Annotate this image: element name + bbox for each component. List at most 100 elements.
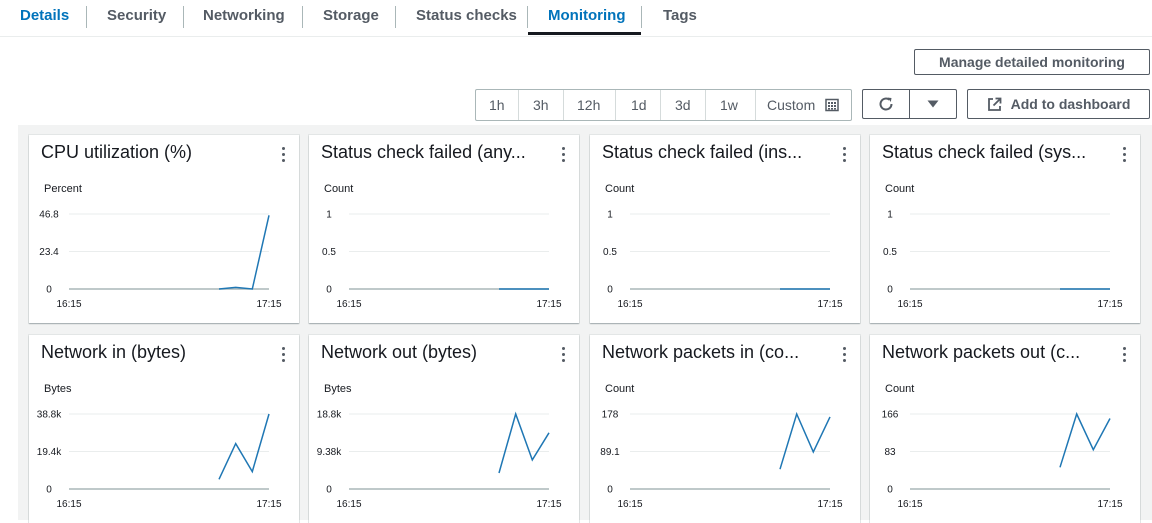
range-divider: [563, 90, 564, 120]
x-tick-label: 16:15: [336, 499, 361, 510]
y-axis-label: Count: [885, 383, 914, 395]
tab-tags[interactable]: Tags: [663, 0, 697, 34]
widget-status-check-instance: Status check failed (ins... Count 1 0.5 0 16:…: [590, 135, 860, 323]
x-tick-label: 16:15: [56, 299, 81, 310]
y-tick-label: 9.38k: [317, 447, 342, 458]
tab-divider: [302, 6, 303, 28]
tab-security[interactable]: Security: [107, 0, 166, 34]
y-tick-label: 0: [326, 285, 332, 296]
add-to-dashboard-label: Add to dashboard: [1010, 96, 1131, 112]
y-tick-label: 0: [326, 485, 332, 496]
range-3d[interactable]: 3d: [675, 90, 691, 120]
manage-detailed-monitoring-label: Manage detailed monitoring: [939, 54, 1125, 70]
widget-network-out: Network out (bytes) Bytes 18.8k 9.38k 0 16:15…: [309, 335, 579, 523]
tab-divider: [527, 6, 528, 28]
x-tick-label: 17:15: [817, 299, 842, 310]
widget-status-check-any: Status check failed (any... Count 1 0.5 0 16:…: [309, 135, 579, 323]
refresh-button[interactable]: [862, 89, 910, 119]
range-divider: [705, 90, 706, 120]
y-tick-label: 38.8k: [37, 410, 62, 421]
tab-divider: [86, 6, 87, 28]
x-tick-label: 17:15: [536, 499, 561, 510]
y-tick-label: 1: [326, 210, 332, 221]
y-tick-label: 46.8: [39, 210, 59, 221]
external-link-icon: [987, 97, 1002, 111]
series-line: [218, 413, 270, 480]
widget-cpu-utilization: CPU utilization (%) Percent 46.8 23.4 0 16:15…: [29, 135, 299, 323]
add-to-dashboard-button[interactable]: Add to dashboard: [967, 89, 1150, 119]
tab-monitoring[interactable]: Monitoring: [548, 0, 625, 34]
widget-network-packets-in: Network packets in (co... Count 178 89.1 0 16…: [590, 335, 860, 523]
y-axis-label: Percent: [44, 183, 82, 195]
y-tick-label: 0: [887, 285, 893, 296]
widget-network-in: Network in (bytes) Bytes 38.8k 19.4k 0 16:15 1…: [29, 335, 299, 523]
line-chart: Count 178 89.1 0 16:15 17:15: [600, 383, 843, 510]
tab-bar: Details Security Networking Storage Stat…: [0, 0, 1152, 37]
line-chart: Count 166 83 0 16:15 17:15: [882, 383, 1123, 510]
series-line: [779, 411, 831, 470]
y-tick-label: 178: [602, 410, 619, 421]
y-tick-label: 1: [887, 210, 893, 221]
x-tick-label: 16:15: [897, 499, 922, 510]
x-tick-label: 16:15: [336, 299, 361, 310]
manage-detailed-monitoring-button[interactable]: Manage detailed monitoring: [914, 49, 1150, 75]
range-divider: [518, 90, 519, 120]
y-tick-label: 166: [882, 410, 899, 421]
tab-status-checks[interactable]: Status checks: [416, 0, 517, 34]
range-1d[interactable]: 1d: [631, 90, 647, 120]
x-tick-label: 17:15: [256, 299, 281, 310]
x-tick-label: 16:15: [56, 499, 81, 510]
x-tick-label: 16:15: [617, 299, 642, 310]
tab-divider: [641, 6, 642, 28]
active-tab-indicator: [528, 32, 641, 35]
range-divider: [660, 90, 661, 120]
y-tick-label: 0: [46, 485, 52, 496]
y-tick-label: 0.5: [322, 247, 336, 258]
calendar-icon: [825, 98, 839, 112]
tab-networking[interactable]: Networking: [203, 0, 285, 34]
line-chart: Bytes 38.8k 19.4k 0 16:15 17:15: [37, 383, 282, 510]
x-tick-label: 17:15: [817, 499, 842, 510]
series-line: [218, 215, 270, 290]
y-tick-label: 0: [607, 485, 613, 496]
line-chart: Count 1 0.5 0 16:15 17:15: [322, 183, 562, 310]
y-axis-label: Count: [605, 383, 634, 395]
series-line: [1059, 411, 1111, 468]
caret-down-icon: [927, 100, 939, 108]
y-tick-label: 18.8k: [317, 410, 342, 421]
x-tick-label: 17:15: [256, 499, 281, 510]
series-line: [498, 411, 550, 474]
widget-network-packets-out: Network packets out (c... Count 166 83 0 16:1…: [870, 335, 1140, 523]
x-tick-label: 17:15: [536, 299, 561, 310]
range-1w[interactable]: 1w: [720, 90, 738, 120]
tab-storage[interactable]: Storage: [323, 0, 379, 34]
range-custom[interactable]: Custom: [767, 90, 839, 120]
range-3h[interactable]: 3h: [533, 90, 549, 120]
refresh-options-dropdown[interactable]: [909, 89, 957, 119]
range-1h[interactable]: 1h: [489, 90, 505, 120]
x-tick-label: 16:15: [897, 299, 922, 310]
range-divider: [615, 90, 616, 120]
range-12h[interactable]: 12h: [577, 90, 600, 120]
line-chart: Percent 46.8 23.4 0 16:15 17:15: [39, 183, 282, 310]
y-tick-label: 0: [46, 285, 52, 296]
line-chart: Count 1 0.5 0 16:15 17:15: [603, 183, 843, 310]
widget-status-check-system: Status check failed (sys... Count 1 0.5 0 16:…: [870, 135, 1140, 323]
y-tick-label: 23.4: [39, 247, 59, 258]
x-tick-label: 17:15: [1097, 499, 1122, 510]
tab-divider: [395, 6, 396, 28]
y-axis-label: Count: [885, 183, 914, 195]
y-tick-label: 0: [607, 285, 613, 296]
y-axis-label: Bytes: [324, 383, 352, 395]
refresh-icon: [879, 97, 893, 111]
x-tick-label: 16:15: [617, 499, 642, 510]
time-range-selector: 1h 3h 12h 1d 3d 1w Custom: [475, 89, 852, 121]
y-tick-label: 19.4k: [37, 447, 62, 458]
range-custom-label: Custom: [767, 97, 816, 113]
x-tick-label: 17:15: [1097, 299, 1122, 310]
y-axis-label: Count: [605, 183, 634, 195]
y-tick-label: 83: [884, 447, 896, 458]
tab-details[interactable]: Details: [20, 0, 69, 34]
y-axis-label: Bytes: [44, 383, 72, 395]
line-chart: Bytes 18.8k 9.38k 0 16:15 17:15: [317, 383, 562, 510]
